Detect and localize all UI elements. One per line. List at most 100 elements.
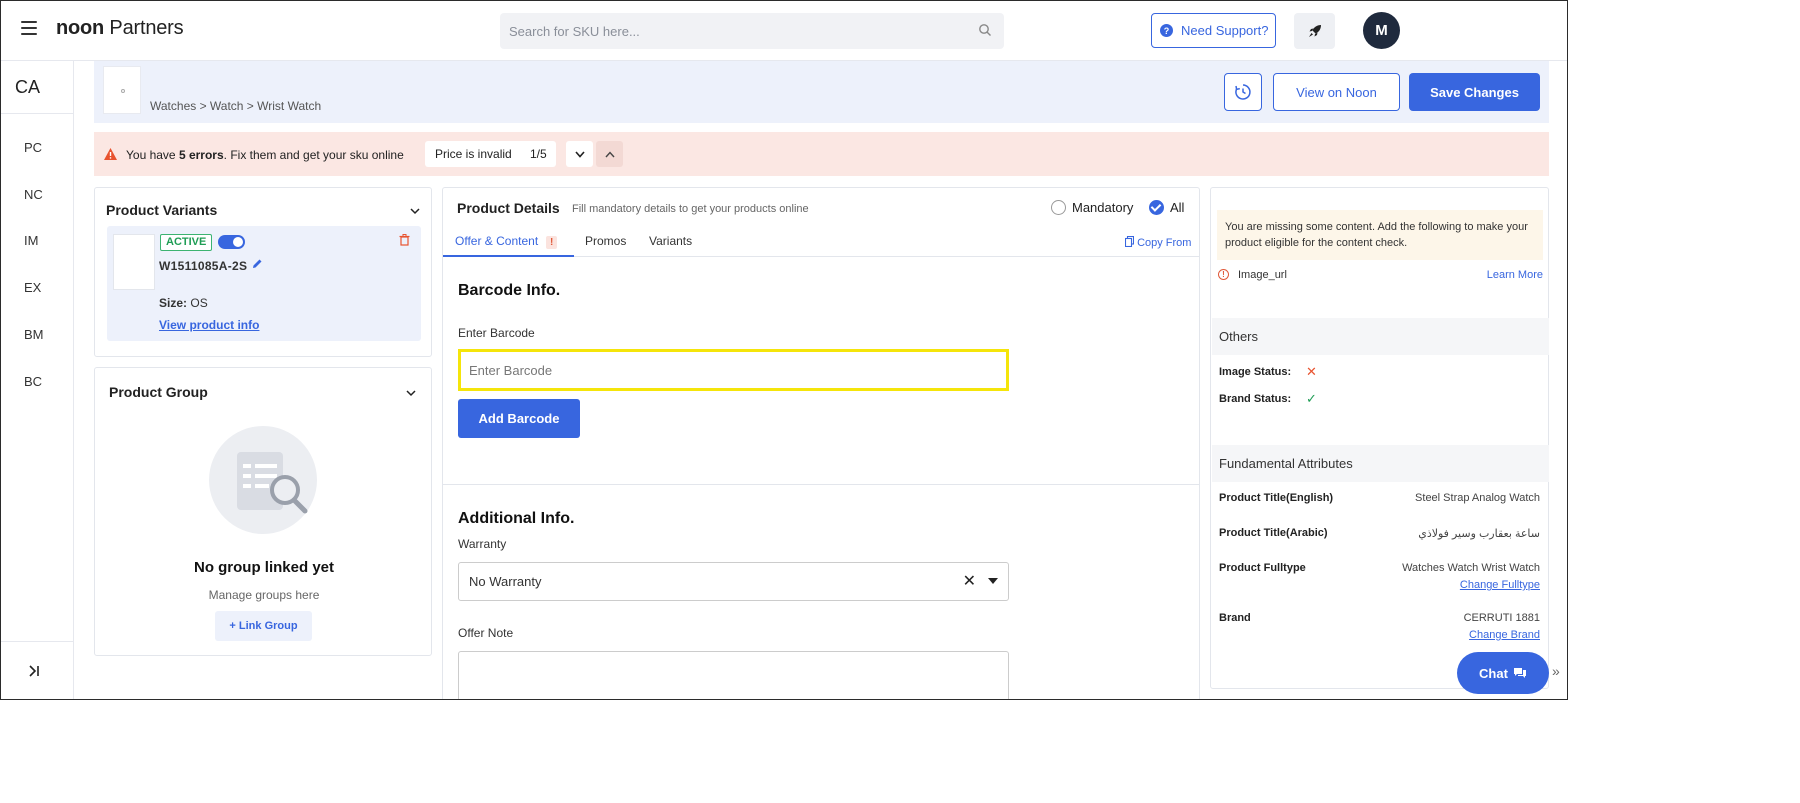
empty-group-title: No group linked yet — [193, 559, 334, 576]
check-icon: ✓ — [1306, 391, 1317, 406]
search-bar — [500, 13, 1004, 49]
copy-icon — [1124, 235, 1135, 248]
others-heading: Others — [1212, 318, 1549, 355]
attr-label-title-ar: Product Title(Arabic) — [1219, 527, 1328, 539]
chevron-down-icon[interactable] — [405, 387, 417, 399]
product-details-panel: Product Details Fill mandatory details t… — [442, 187, 1200, 699]
rail-item-ex[interactable]: EX — [1, 280, 73, 295]
trash-icon[interactable] — [399, 234, 410, 246]
error-type-label: Price is invalid — [435, 147, 512, 161]
missing-item-row: ! Image_url Learn More — [1218, 268, 1543, 284]
section-divider — [443, 484, 1199, 485]
link-group-button[interactable]: + Link Group — [215, 611, 312, 641]
tab-offer-content[interactable]: Offer & Content! — [443, 234, 574, 257]
search-input[interactable] — [500, 13, 940, 49]
chat-button[interactable]: Chat — [1457, 652, 1549, 694]
error-navigator[interactable]: Price is invalid 1/5 — [425, 141, 556, 167]
additional-heading: Additional Info. — [458, 510, 575, 527]
edit-icon[interactable] — [252, 258, 263, 269]
variant-sku: W1511085A-2S — [159, 259, 248, 273]
details-subtitle: Fill mandatory details to get your produ… — [572, 203, 809, 215]
left-rail: CA PC NC IM EX BM BC — [1, 61, 74, 699]
empty-group-illustration — [209, 426, 317, 534]
barcode-input[interactable] — [461, 352, 1006, 388]
attr-label-fulltype: Product Fulltype — [1219, 562, 1306, 574]
variants-title: Product Variants — [106, 202, 218, 218]
search-icon[interactable] — [978, 23, 992, 37]
error-count: 1/5 — [530, 147, 547, 161]
fundamental-heading: Fundamental Attributes — [1212, 445, 1549, 482]
warning-icon — [104, 148, 117, 160]
attr-value-title-en: Steel Strap Analog Watch — [1415, 492, 1540, 504]
warranty-value: No Warranty — [469, 574, 542, 589]
caret-down-icon[interactable] — [988, 578, 998, 584]
breadcrumb: Watches > Watch > Wrist Watch — [150, 99, 322, 113]
add-barcode-button[interactable]: Add Barcode — [458, 399, 580, 438]
missing-item-label: Image_url — [1238, 269, 1287, 281]
warranty-label: Warranty — [458, 537, 507, 551]
expand-icon[interactable]: » — [1552, 663, 1560, 679]
attr-value-brand: CERRUTI 1881 — [1463, 612, 1540, 624]
chevron-down-icon — [574, 150, 585, 158]
rail-item-bc[interactable]: BC — [1, 374, 73, 389]
chevron-down-icon[interactable] — [409, 205, 421, 217]
attr-label-title-en: Product Title(English) — [1219, 492, 1334, 504]
attr-value-fulltype: Watches Watch Wrist Watch — [1402, 562, 1540, 574]
all-radio[interactable] — [1149, 200, 1164, 215]
active-toggle[interactable] — [218, 235, 245, 249]
help-icon: ? — [1160, 24, 1173, 37]
group-title: Product Group — [109, 384, 208, 400]
support-label: Need Support? — [1181, 23, 1269, 38]
rail-item-nc[interactable]: NC — [1, 187, 73, 202]
change-brand-link[interactable]: Change Brand — [1469, 629, 1540, 641]
change-fulltype-link[interactable]: Change Fulltype — [1460, 579, 1540, 591]
barcode-label: Enter Barcode — [458, 326, 535, 340]
details-title: Product Details — [457, 200, 560, 216]
rocket-button[interactable] — [1294, 13, 1335, 49]
variant-card[interactable]: ACTIVE W1511085A-2S Size: OS View produc… — [107, 226, 421, 341]
next-error-button[interactable] — [566, 141, 593, 167]
mandatory-radio[interactable] — [1051, 200, 1066, 215]
status-badge: ACTIVE — [160, 234, 213, 251]
need-support-button[interactable]: ? Need Support? — [1151, 13, 1276, 48]
top-bar: noon Partners ? Need Support? M — [1, 1, 1567, 61]
image-status: Image Status: ✕ — [1219, 364, 1317, 379]
chevron-up-icon — [604, 150, 615, 157]
rail-item-im[interactable]: IM — [1, 233, 73, 248]
collapse-icon[interactable] — [28, 664, 40, 678]
warranty-select[interactable]: No Warranty ✕ — [458, 562, 1009, 601]
rail-item-bm[interactable]: BM — [1, 327, 73, 342]
mandatory-label: Mandatory — [1072, 200, 1134, 215]
view-on-noon-button[interactable]: View on Noon — [1273, 73, 1400, 111]
error-banner: You have 5 errors. Fix them and get your… — [94, 132, 1549, 176]
tab-variants[interactable]: Variants — [649, 234, 692, 257]
menu-icon[interactable] — [21, 21, 37, 39]
rail-footer — [1, 641, 73, 699]
missing-content-notice: You are missing some content. Add the fo… — [1217, 210, 1543, 260]
app-window: noon Partners ? Need Support? M CA PC NC… — [0, 0, 1568, 700]
offer-note-input[interactable] — [458, 651, 1009, 699]
content-check-panel: You are missing some content. Add the fo… — [1210, 187, 1549, 689]
rail-item-pc[interactable]: PC — [1, 140, 73, 155]
close-icon[interactable]: ✕ — [963, 563, 976, 600]
copy-from-link[interactable]: Copy From — [1124, 235, 1191, 249]
error-message: You have 5 errors. Fix them and get your… — [126, 148, 404, 162]
learn-more-link[interactable]: Learn More — [1487, 269, 1543, 281]
product-thumbnail[interactable] — [103, 66, 141, 114]
offer-note-label: Offer Note — [458, 626, 514, 640]
history-button[interactable] — [1224, 73, 1262, 111]
brand-status: Brand Status: ✓ — [1219, 391, 1317, 406]
attr-label-brand: Brand — [1219, 612, 1251, 624]
product-group-panel: Product Group No group linked yet Manage… — [94, 367, 432, 656]
close-icon: ✕ — [1306, 364, 1317, 379]
details-tabs: Offer & Content! Promos Variants — [443, 232, 1199, 257]
tab-promos[interactable]: Promos — [585, 234, 626, 257]
avatar[interactable]: M — [1363, 12, 1400, 49]
save-changes-button[interactable]: Save Changes — [1409, 73, 1540, 111]
rail-country[interactable]: CA — [1, 61, 73, 114]
variant-size: Size: OS — [159, 296, 208, 310]
prev-error-button[interactable] — [596, 141, 623, 167]
brand-logo[interactable]: noon Partners — [56, 17, 184, 40]
chat-icon — [1513, 668, 1526, 678]
view-product-info-link[interactable]: View product info — [159, 318, 259, 332]
